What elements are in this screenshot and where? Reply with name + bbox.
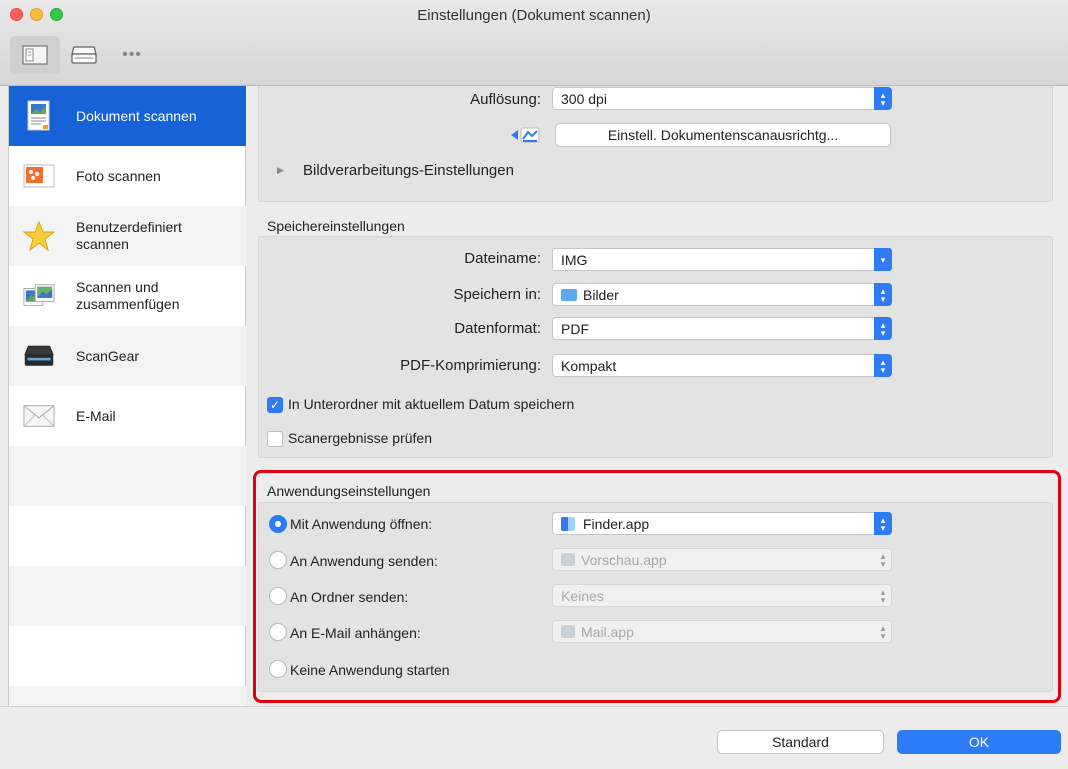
save-in-select[interactable]: Bilder ▴ ▾ bbox=[552, 283, 892, 306]
subfolder-checkbox[interactable]: ✓ bbox=[267, 397, 283, 413]
title-bar: Einstellungen (Dokument scannen) ••• bbox=[0, 0, 1068, 86]
scanner-icon bbox=[23, 340, 55, 372]
resolution-select[interactable]: 300 dpi ▴ ▾ bbox=[552, 87, 892, 110]
highlight-frame bbox=[253, 470, 1061, 703]
photo-scan-icon bbox=[23, 160, 55, 192]
sidebar-item-label: Dokument scannen bbox=[76, 107, 197, 124]
resolution-value: 300 dpi bbox=[561, 90, 607, 107]
updown-arrow-icon: ▴ ▾ bbox=[874, 87, 892, 110]
document-alignment-button[interactable]: Einstell. Dokumentenscanausrichtg... bbox=[555, 123, 891, 147]
save-settings-panel: Dateiname: IMG ▾ Speichern in: Bilder ▴ ▾… bbox=[258, 236, 1053, 458]
scan-settings-panel: Auflösung: 300 dpi ▴ ▾ Einstell. Dokument… bbox=[258, 86, 1053, 202]
more-settings-tab[interactable]: ••• bbox=[112, 36, 152, 74]
document-alignment-icon bbox=[509, 124, 541, 146]
updown-arrow-icon: ▴ ▾ bbox=[874, 317, 892, 340]
filename-label: Dateiname: bbox=[464, 250, 541, 267]
compression-label: PDF-Komprimierung: bbox=[400, 357, 541, 374]
sidebar-item-dokument-scannen[interactable]: Dokument scannen bbox=[9, 86, 246, 146]
envelope-icon bbox=[23, 400, 55, 432]
scanner-tab-icon bbox=[71, 46, 97, 64]
sidebar: Dokument scannen Foto scannen Benutzerde… bbox=[8, 86, 246, 706]
format-value: PDF bbox=[561, 320, 589, 337]
sidebar-item-scannen-zusammenfuegen[interactable]: Scannen und zusammenfügen bbox=[9, 266, 246, 326]
bottom-bar: Standard OK bbox=[0, 706, 1068, 769]
compression-select[interactable]: Kompakt ▴ ▾ bbox=[552, 354, 892, 377]
format-label: Datenformat: bbox=[454, 320, 541, 337]
star-icon bbox=[23, 220, 55, 252]
compression-value: Kompakt bbox=[561, 357, 617, 374]
standard-button[interactable]: Standard bbox=[717, 730, 884, 754]
sidebar-item-label: E-Mail bbox=[76, 407, 116, 424]
sidebar-item-label: Foto scannen bbox=[76, 167, 161, 184]
save-in-label: Speichern in: bbox=[453, 286, 541, 303]
sidebar-empty-row bbox=[9, 566, 246, 626]
sidebar-item-label: Scannen und zusammenfügen bbox=[76, 279, 180, 312]
sidebar-item-foto-scannen[interactable]: Foto scannen bbox=[9, 146, 246, 206]
resolution-label: Auflösung: bbox=[470, 91, 541, 108]
updown-arrow-icon: ▴ ▾ bbox=[874, 354, 892, 377]
stitch-icon bbox=[23, 280, 55, 312]
folder-icon bbox=[561, 288, 577, 301]
check-results-checkbox[interactable] bbox=[267, 431, 283, 447]
check-results-label[interactable]: Scanergebnisse prüfen bbox=[288, 430, 432, 446]
sidebar-item-label: Benutzerdefiniert scannen bbox=[76, 219, 182, 252]
chevron-down-icon[interactable]: ▾ bbox=[874, 248, 892, 271]
sidebar-item-scangear[interactable]: ScanGear bbox=[9, 326, 246, 386]
sidebar-empty-row bbox=[9, 446, 246, 506]
document-scan-icon bbox=[23, 100, 55, 132]
scan-settings-icon bbox=[22, 45, 48, 65]
format-select[interactable]: PDF ▴ ▾ bbox=[552, 317, 892, 340]
sidebar-empty-row bbox=[9, 686, 246, 706]
updown-arrow-icon: ▴ ▾ bbox=[874, 283, 892, 306]
filename-combobox[interactable]: IMG ▾ bbox=[552, 248, 892, 271]
save-in-value: Bilder bbox=[583, 286, 619, 303]
scan-settings-tab[interactable] bbox=[10, 36, 60, 74]
save-settings-title: Speichereinstellungen bbox=[267, 218, 405, 234]
subfolder-label[interactable]: In Unterordner mit aktuellem Datum speic… bbox=[288, 396, 574, 412]
settings-window: Einstellungen (Dokument scannen) ••• Dok… bbox=[0, 0, 1068, 769]
ok-button[interactable]: OK bbox=[897, 730, 1061, 754]
sidebar-item-label: ScanGear bbox=[76, 347, 140, 364]
sidebar-item-benutzerdefiniert[interactable]: Benutzerdefiniert scannen bbox=[9, 206, 246, 266]
image-processing-disclosure[interactable]: Bildverarbeitungs-Einstellungen bbox=[303, 162, 514, 179]
scanner-settings-tab[interactable] bbox=[64, 36, 104, 74]
window-title: Einstellungen (Dokument scannen) bbox=[417, 7, 651, 24]
filename-value: IMG bbox=[561, 251, 588, 268]
sidebar-item-email[interactable]: E-Mail bbox=[9, 386, 246, 446]
disclosure-triangle-icon[interactable]: ▶ bbox=[277, 165, 284, 176]
